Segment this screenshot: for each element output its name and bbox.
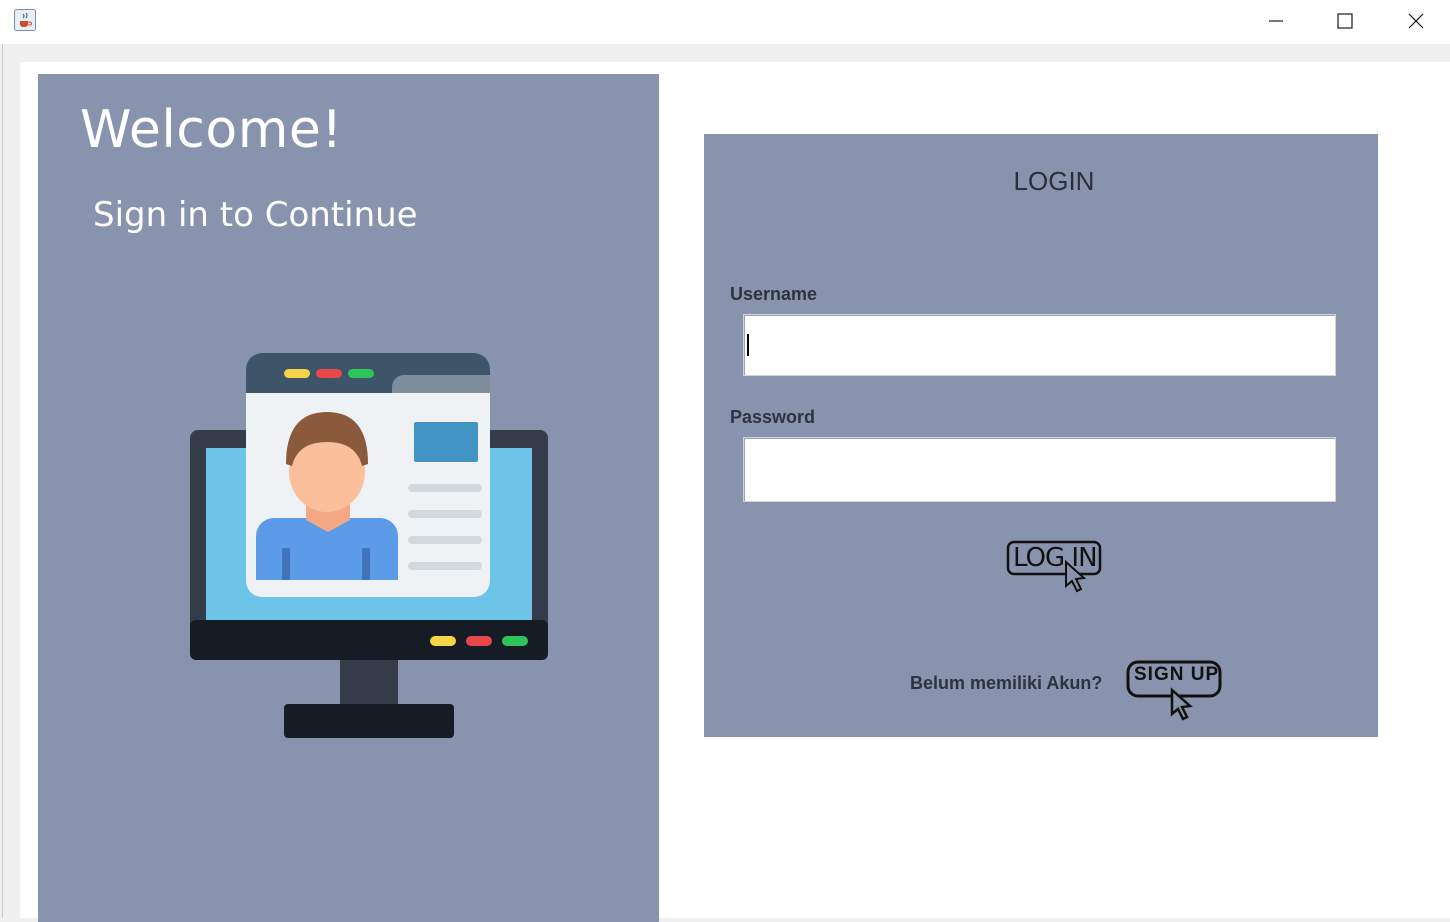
java-cup-icon[interactable] <box>14 9 36 31</box>
username-label: Username <box>730 284 818 304</box>
welcome-subheading: Sign in to Continue <box>93 195 418 235</box>
username-field[interactable] <box>743 314 1336 376</box>
signup-button[interactable]: SIGN UP <box>1126 658 1224 722</box>
text-caret <box>747 334 749 356</box>
cursor-icon <box>1170 687 1193 721</box>
maximize-button[interactable] <box>1322 0 1368 44</box>
minimize-button[interactable] <box>1253 0 1299 44</box>
close-button[interactable] <box>1393 0 1439 44</box>
close-icon <box>1408 13 1424 29</box>
password-label: Password <box>730 407 816 427</box>
login-title: LOGIN <box>1013 166 1095 196</box>
welcome-panel: Welcome! Sign in to Continue <box>38 74 659 922</box>
minimize-icon <box>1269 20 1283 22</box>
login-button[interactable]: LOG IN <box>1006 540 1104 600</box>
login-button-label: LOG IN <box>1013 543 1098 573</box>
signup-button-label: SIGN UP <box>1134 664 1220 685</box>
computer-user-profile-icon <box>188 352 550 745</box>
login-card: LOGIN Username Password LOG IN Belum mem… <box>704 134 1378 737</box>
password-field[interactable] <box>743 437 1336 502</box>
window-edge <box>2 44 3 918</box>
welcome-heading: Welcome! <box>80 100 343 160</box>
maximize-icon <box>1337 13 1353 29</box>
title-bar <box>0 0 1450 44</box>
signup-prompt: Belum memiliki Akun? <box>910 673 1103 693</box>
